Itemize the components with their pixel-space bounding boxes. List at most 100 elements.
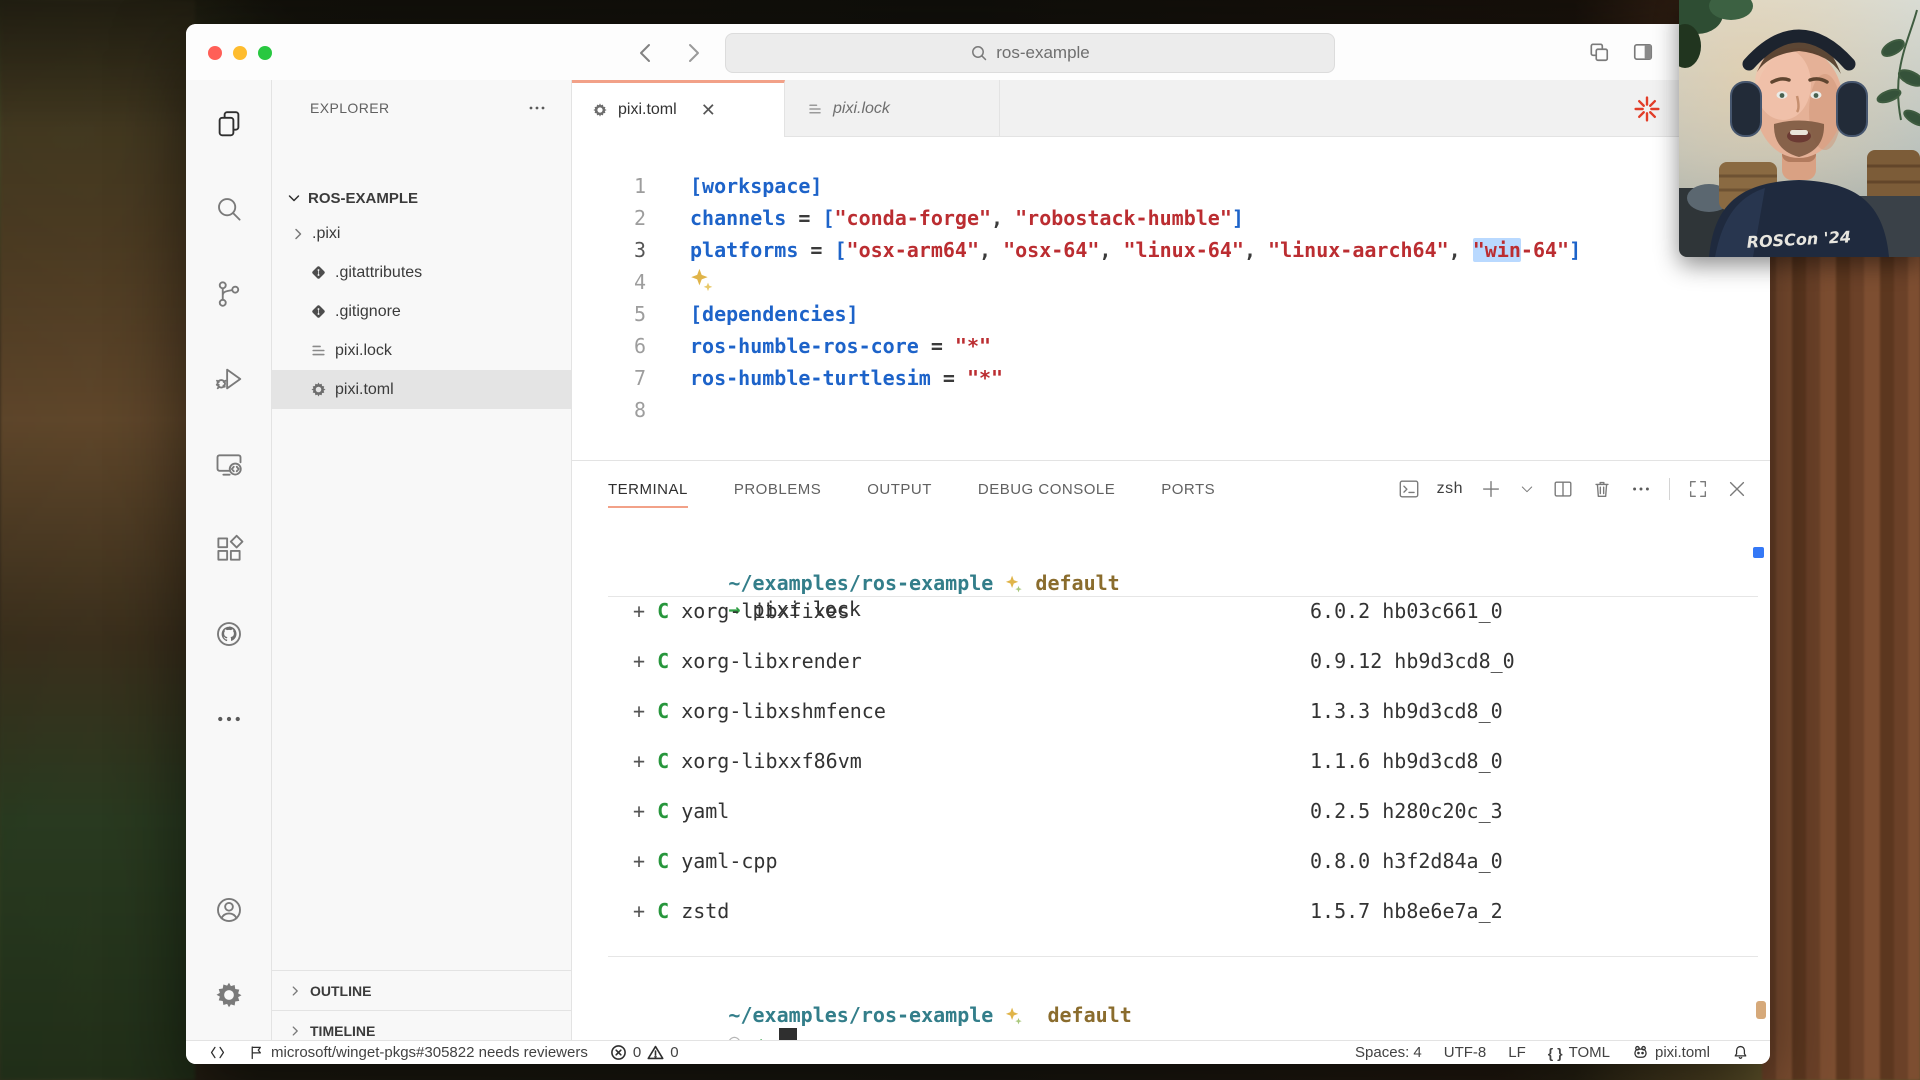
command-separator: [608, 956, 1758, 957]
activity-bar: [186, 80, 272, 1040]
sidebar-item-github[interactable]: [214, 619, 244, 649]
pixi-environment-status[interactable]: pixi.toml: [1621, 1044, 1721, 1061]
back-button[interactable]: [634, 41, 658, 65]
explorer-actions-icon[interactable]: [527, 98, 547, 118]
line-number: 8: [572, 394, 646, 426]
code-line[interactable]: 8: [572, 394, 1770, 426]
more-icon: [214, 704, 244, 734]
maximize-panel-icon[interactable]: [1687, 478, 1709, 500]
braces-icon: { }: [1548, 1045, 1563, 1061]
github-pr-status[interactable]: microsoft/winget-pkgs#305822 needs revie…: [237, 1044, 599, 1061]
minimize-window-button[interactable]: [233, 46, 247, 60]
sidebar-item-remote-explorer[interactable]: [214, 449, 244, 479]
code-line[interactable]: 1[workspace]: [572, 170, 1770, 202]
package-name: xorg-libxfixes: [681, 599, 850, 623]
outline-section[interactable]: OUTLINE: [272, 970, 571, 1010]
sidebar-title: EXPLORER: [310, 100, 527, 116]
tree-item-gitattributes[interactable]: .gitattributes: [272, 253, 571, 292]
editor-lines: 1[workspace]2channels = ["conda-forge", …: [572, 170, 1770, 426]
sidebar-item-search[interactable]: [214, 194, 244, 224]
toggle-panel-icon[interactable]: [1632, 41, 1654, 63]
close-tab-icon[interactable]: ✕: [701, 100, 716, 121]
tree-item-pixi-toml[interactable]: pixi.toml: [272, 370, 571, 409]
tab-debug-console[interactable]: DEBUG CONSOLE: [978, 461, 1115, 517]
kill-terminal-icon[interactable]: [1591, 478, 1613, 500]
encoding-status[interactable]: UTF-8: [1433, 1044, 1498, 1061]
package-name: yaml-cpp: [681, 849, 777, 873]
tab-output[interactable]: OUTPUT: [867, 461, 932, 517]
code-line[interactable]: 5[dependencies]: [572, 298, 1770, 330]
sparkles-emoji: [690, 268, 714, 292]
notifications-bell[interactable]: [1721, 1044, 1760, 1061]
lock-list-icon: [310, 342, 327, 359]
sidebar-item-explorer[interactable]: [214, 109, 244, 139]
line-number: 2: [572, 202, 646, 234]
explorer-sidebar: EXPLORER ROS-EXAMPLE .pixi .gitattribute…: [272, 80, 572, 1040]
bell-icon: [1732, 1044, 1749, 1061]
close-panel-icon[interactable]: [1726, 478, 1748, 500]
code-line[interactable]: 2channels = ["conda-forge", "robostack-h…: [572, 202, 1770, 234]
prompt-env: default: [1047, 1003, 1131, 1027]
package-name: xorg-libxrender: [681, 649, 862, 673]
sidebar-item-more[interactable]: [214, 704, 244, 734]
eol-status[interactable]: LF: [1497, 1044, 1537, 1061]
terminal-packages: + C xorg-libxfixes6.0.2 hb03c661_0+ C xo…: [608, 598, 1770, 924]
split-terminal-icon[interactable]: [1552, 478, 1574, 500]
indentation-status[interactable]: Spaces: 4: [1344, 1044, 1433, 1061]
tree-item-pixi-folder[interactable]: .pixi: [272, 214, 571, 253]
package-version: 0.2.5 h280c20c_3: [1310, 798, 1503, 824]
tab-ports[interactable]: PORTS: [1161, 461, 1215, 517]
sidebar-item-source-control[interactable]: [214, 279, 244, 309]
webcam-overlay: ROSCon '24: [1679, 0, 1920, 257]
tree-item-gitignore[interactable]: .gitignore: [272, 292, 571, 331]
vscode-window: ros-example: [186, 24, 1770, 1064]
command-center-search[interactable]: ros-example: [725, 33, 1335, 73]
chevron-right-icon: [290, 226, 306, 242]
chevron-down-icon[interactable]: [1519, 478, 1535, 500]
warning-icon: [647, 1044, 664, 1061]
editor[interactable]: 1[workspace]2channels = ["conda-forge", …: [572, 137, 1770, 460]
status-bar: microsoft/winget-pkgs#305822 needs revie…: [186, 1040, 1770, 1064]
tab-pixi-toml[interactable]: pixi.toml ✕: [572, 80, 785, 137]
forward-button[interactable]: [681, 41, 705, 65]
zoom-window-button[interactable]: [258, 46, 272, 60]
package-version: 0.9.12 hb9d3cd8_0: [1310, 648, 1515, 674]
package-row: + C yaml-cpp0.8.0 h3f2d84a_0: [608, 848, 1770, 874]
problems-status[interactable]: 0 0: [599, 1044, 690, 1061]
run-debug-icon: [214, 364, 244, 394]
panel-more-icon[interactable]: [1630, 478, 1652, 500]
titlebar[interactable]: ros-example: [186, 24, 1770, 81]
editor-tab-bar: pixi.toml ✕ pixi.lock: [572, 80, 1770, 137]
line-number: 4: [572, 266, 646, 298]
github-icon: [214, 619, 244, 649]
pr-text: microsoft/winget-pkgs#305822 needs revie…: [271, 1044, 588, 1061]
new-terminal-icon[interactable]: [1480, 478, 1502, 500]
gear-icon: [214, 980, 244, 1010]
tree-item-pixi-lock[interactable]: pixi.lock: [272, 331, 571, 370]
code-line[interactable]: 3platforms = ["osx-arm64", "osx-64", "li…: [572, 234, 1770, 266]
close-window-button[interactable]: [208, 46, 222, 60]
sidebar-item-run-debug[interactable]: [214, 364, 244, 394]
code-line[interactable]: 6ros-humble-ros-core = "*": [572, 330, 1770, 362]
terminal[interactable]: ~/examples/ros-example default → pixi lo…: [608, 517, 1770, 1040]
pixi-splat-icon[interactable]: [1634, 96, 1660, 122]
code-line[interactable]: 7ros-humble-turtlesim = "*": [572, 362, 1770, 394]
customize-layout-icon[interactable]: [1588, 41, 1610, 63]
sidebar-item-extensions[interactable]: [214, 534, 244, 564]
shell-label[interactable]: zsh: [1437, 480, 1463, 498]
package-row: + C xorg-libxshmfence1.3.3 hb9d3cd8_0: [608, 698, 1770, 724]
tab-problems[interactable]: PROBLEMS: [734, 461, 821, 517]
remote-indicator[interactable]: [198, 1044, 237, 1061]
tab-pixi-lock[interactable]: pixi.lock: [785, 80, 1000, 137]
tab-terminal[interactable]: TERMINAL: [608, 461, 688, 517]
tree-root-ros-example[interactable]: ROS-EXAMPLE: [272, 182, 571, 214]
flag-icon: [248, 1044, 265, 1061]
gear-icon: [592, 102, 608, 118]
language-status[interactable]: { } TOML: [1537, 1044, 1621, 1061]
terminal-scrollbar-thumb[interactable]: [1756, 1001, 1766, 1019]
prompt-env: default: [1035, 571, 1119, 595]
settings-button[interactable]: [214, 980, 244, 1010]
code-line[interactable]: 4: [572, 266, 1770, 298]
accounts-button[interactable]: [214, 895, 244, 925]
line-number: 6: [572, 330, 646, 362]
